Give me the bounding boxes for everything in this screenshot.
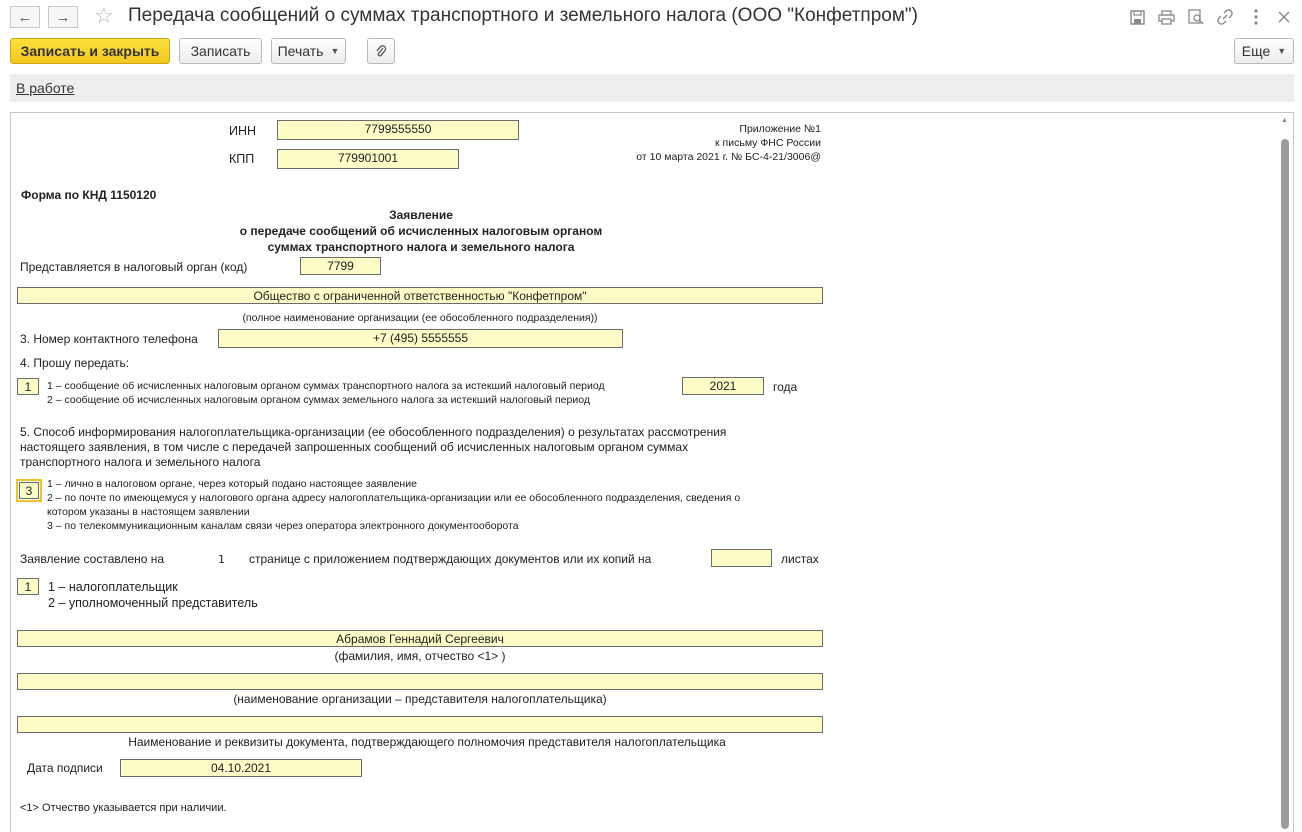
inform-option-1: 1 – лично в налоговом органе, через кото… bbox=[47, 478, 417, 490]
sign-date-field[interactable]: 04.10.2021 bbox=[120, 759, 362, 777]
form-page: ИНН 7799555550 КПП 779901001 Приложение … bbox=[11, 113, 1281, 832]
save-and-close-label: Записать и закрыть bbox=[20, 43, 160, 59]
rep-org-field[interactable] bbox=[17, 673, 823, 690]
heading-line-3: суммах транспортного налога и земельного… bbox=[267, 240, 575, 254]
appendix-line-3: от 10 марта 2021 г. № БС-4-21/3006@ bbox=[636, 151, 821, 163]
org-name-caption: (полное наименование организации (ее обо… bbox=[242, 312, 598, 324]
more-button[interactable]: Еще ▼ bbox=[1234, 38, 1294, 64]
fio-field[interactable]: Абрамов Геннадий Сергеевич bbox=[17, 630, 823, 647]
star-icon[interactable]: ☆ bbox=[94, 3, 114, 29]
pages-label: Заявление составлено на bbox=[20, 552, 165, 566]
tax-authority-field[interactable]: 7799 bbox=[300, 257, 381, 275]
save-label: Записать bbox=[190, 43, 251, 59]
window-title: Передача сообщений о суммах транспортног… bbox=[128, 5, 918, 26]
save-icon[interactable] bbox=[1127, 7, 1147, 27]
request-label: 4. Прошу передать: bbox=[20, 356, 130, 370]
forward-button[interactable]: → bbox=[48, 6, 78, 28]
scroll-up-icon[interactable]: ▲ bbox=[1281, 117, 1288, 124]
inn-label: ИНН bbox=[229, 124, 257, 138]
inform-option-3: 3 – по телекоммуникационным каналам связ… bbox=[47, 520, 519, 532]
arrow-right-icon: → bbox=[55, 8, 71, 26]
preview-icon[interactable] bbox=[1186, 7, 1206, 27]
print-label: Печать bbox=[277, 43, 324, 59]
inform-option-2b: котором указаны в настоящем заявлении bbox=[47, 506, 250, 518]
inform-line-2: настоящего заявления, в том числе с пере… bbox=[20, 440, 689, 454]
print-button[interactable]: Печать ▼ bbox=[271, 38, 346, 64]
chevron-down-icon: ▼ bbox=[330, 46, 340, 56]
sign-date-label: Дата подписи bbox=[27, 761, 103, 775]
phone-label: 3. Номер контактного телефона bbox=[20, 332, 198, 346]
paperclip-icon bbox=[376, 44, 387, 56]
inform-line-1: 5. Способ информирования налогоплательщи… bbox=[20, 425, 727, 439]
request-option-1: 1 – сообщение об исчисленных налоговым о… bbox=[47, 380, 605, 392]
arrow-left-icon: ← bbox=[17, 8, 33, 26]
pages-text: странице с приложением подтверждающих до… bbox=[249, 552, 652, 566]
status-strip: В работе bbox=[10, 74, 1294, 102]
document-area: ИНН 7799555550 КПП 779901001 Приложение … bbox=[10, 112, 1294, 832]
close-icon[interactable] bbox=[1274, 7, 1294, 27]
attach-pages-field[interactable] bbox=[711, 549, 772, 567]
save-and-close-button[interactable]: Записать и закрыть bbox=[10, 38, 170, 64]
year-field[interactable]: 2021 bbox=[682, 377, 764, 395]
back-button[interactable]: ← bbox=[10, 6, 40, 28]
inform-line-3: транспортного налога и земельного налога bbox=[20, 455, 261, 469]
kpp-label: КПП bbox=[229, 152, 255, 166]
rep-org-caption: (наименование организации – представител… bbox=[233, 692, 607, 706]
status-link-in-progress[interactable]: В работе bbox=[16, 80, 74, 96]
print-icon[interactable] bbox=[1156, 7, 1176, 27]
org-name-field[interactable]: Общество с ограниченной ответственностью… bbox=[17, 287, 823, 304]
signer-option-1: 1 – налогоплательщик bbox=[48, 580, 178, 594]
more-label: Еще bbox=[1241, 43, 1271, 59]
request-code-field[interactable]: 1 bbox=[17, 378, 39, 395]
inform-code-field[interactable]: 3 bbox=[16, 479, 42, 502]
tax-authority-label: Представляется в налоговый орган (код) bbox=[20, 260, 248, 274]
inform-option-2a: 2 – по почте по имеющемуся у налогового … bbox=[47, 492, 741, 504]
attach-pages-label: листах bbox=[781, 552, 819, 566]
fio-caption: (фамилия, имя, отчество <1> ) bbox=[334, 649, 506, 663]
more-vertical-icon[interactable] bbox=[1246, 7, 1266, 27]
heading-line-1: Заявление bbox=[389, 208, 453, 222]
kpp-field[interactable]: 779901001 bbox=[277, 149, 459, 169]
rep-doc-field[interactable] bbox=[17, 716, 823, 733]
appendix-line-1: Приложение №1 bbox=[739, 123, 821, 135]
pages-value[interactable]: 1 bbox=[218, 553, 225, 567]
save-button[interactable]: Записать bbox=[179, 38, 262, 64]
inn-field[interactable]: 7799555550 bbox=[277, 120, 519, 140]
phone-field[interactable]: +7 (495) 5555555 bbox=[218, 329, 623, 348]
heading-line-2: о передаче сообщений об исчисленных нало… bbox=[239, 224, 603, 238]
signer-option-2: 2 – уполномоченный представитель bbox=[48, 596, 258, 610]
appendix-line-2: к письму ФНС России bbox=[715, 137, 821, 149]
vertical-scrollbar[interactable]: ▲ bbox=[1280, 117, 1290, 832]
attach-button[interactable] bbox=[367, 38, 395, 64]
form-code: Форма по КНД 1150120 bbox=[21, 188, 157, 202]
chevron-down-icon: ▼ bbox=[1277, 46, 1287, 56]
year-label: года bbox=[773, 380, 798, 394]
request-option-2: 2 – сообщение об исчисленных налоговым о… bbox=[47, 394, 590, 406]
scrollbar-thumb[interactable] bbox=[1281, 139, 1289, 829]
link-icon[interactable] bbox=[1215, 7, 1235, 27]
footnote: <1> Отчество указывается при наличии. bbox=[20, 802, 227, 814]
signer-code-field[interactable]: 1 bbox=[17, 578, 39, 595]
rep-doc-caption: Наименование и реквизиты документа, подт… bbox=[128, 735, 726, 749]
